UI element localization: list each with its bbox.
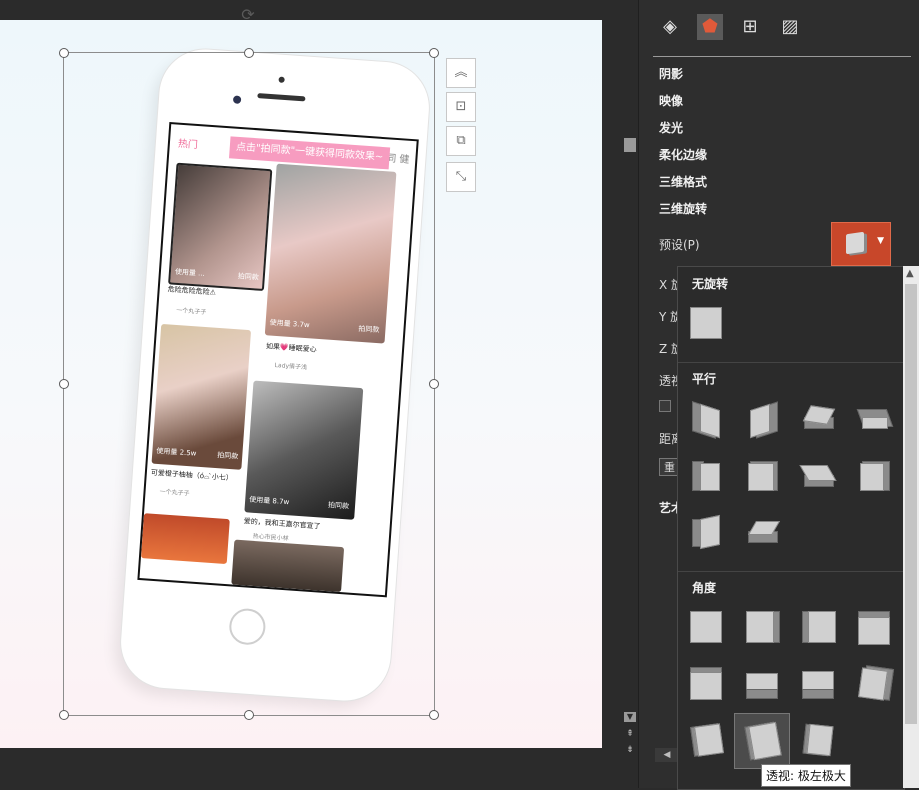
preset-shape-icon (744, 721, 782, 761)
preset-parallel-1[interactable] (686, 399, 726, 439)
group-perspective: 角度 (692, 581, 717, 595)
preset-parallel-4[interactable] (854, 399, 894, 439)
preset-angle-2[interactable] (742, 607, 782, 647)
preset-shape-icon (746, 667, 778, 699)
resize-handle-top-left[interactable] (59, 48, 69, 58)
size-properties-tab-icon[interactable]: ⊞ (737, 14, 763, 40)
next-slide-icon[interactable]: ⇟ (624, 744, 636, 756)
group-divider (678, 571, 904, 572)
preset-shape-icon (802, 723, 834, 757)
group-parallel: 平行 (692, 372, 717, 386)
resize-handle-bottom[interactable] (244, 710, 254, 720)
section-soft-edges[interactable]: 柔化边缘 (659, 146, 707, 163)
preset-parallel-2[interactable] (742, 399, 782, 439)
preset-parallel-10[interactable] (742, 511, 782, 551)
tab-underline (653, 56, 911, 57)
section-3d-format[interactable]: 三维格式 (659, 173, 707, 190)
preset-shape-icon (690, 723, 724, 757)
section-3d-rotation[interactable]: 三维旋转 (659, 200, 707, 217)
keep-text-flat-checkbox[interactable] (659, 400, 671, 412)
layout-options-icon[interactable]: ︽ (446, 58, 476, 88)
cube-preset-icon (846, 231, 864, 255)
slide-canvas: 热门 同 健 点击"拍同款"一键获得同款效果~ 使用量 ... 拍同款 危险危险… (0, 0, 638, 788)
preset-shape-icon (690, 459, 722, 491)
preset-angle-1[interactable] (686, 607, 726, 647)
picture-tab-icon[interactable]: ▨ (777, 14, 803, 40)
preset-shape-icon (746, 515, 781, 547)
arrange-icon[interactable]: ⧉ (446, 126, 476, 156)
preset-parallel-6[interactable] (742, 455, 782, 495)
preset-angle-8[interactable] (854, 663, 895, 703)
preset-shape-icon (690, 514, 722, 550)
scroll-thumb[interactable] (624, 138, 636, 152)
section-reflection[interactable]: 映像 (659, 92, 683, 109)
resize-handle-left[interactable] (59, 379, 69, 389)
preset-shape-icon (802, 667, 834, 699)
resize-handle-top[interactable] (244, 48, 254, 58)
fill-line-tab-icon[interactable]: ◈ (657, 14, 683, 40)
preset-shape-icon (858, 459, 890, 491)
preset-shape-icon (802, 403, 836, 435)
preset-label: 预设(P) (659, 238, 700, 252)
preset-shape-icon (802, 611, 836, 643)
preset-angle-6[interactable] (742, 663, 782, 703)
preset-shape-icon (690, 401, 722, 439)
preset-shape-icon (690, 307, 722, 339)
crop-center-icon[interactable]: ⊡ (446, 92, 476, 122)
preset-shape-icon (746, 459, 778, 491)
resize-handle-bottom-right[interactable] (429, 710, 439, 720)
preset-angle-4[interactable] (854, 607, 894, 647)
preset-shape-icon (746, 401, 778, 439)
preset-shape-icon (856, 403, 894, 435)
preset-angle-11[interactable] (798, 719, 838, 759)
canvas-vertical-scrollbar[interactable]: ▼ ⇞ ⇟ (622, 0, 638, 765)
resize-handle-right[interactable] (429, 379, 439, 389)
preset-parallel-8[interactable] (854, 455, 894, 495)
rotate-handle-icon[interactable]: ⟳ (239, 6, 257, 24)
preset-shape-icon (746, 611, 780, 643)
gallery-scrollbar[interactable]: ▲ (903, 266, 919, 788)
scroll-up-arrow-icon[interactable]: ▲ (906, 268, 914, 279)
preset-shape-icon (858, 665, 895, 701)
chevron-down-icon: ▼ (877, 236, 884, 246)
preset-parallel-7[interactable] (798, 455, 838, 495)
preset-angle-5[interactable] (686, 663, 726, 703)
effects-tab-icon[interactable]: ⬟ (697, 14, 723, 40)
preset-parallel-9[interactable] (686, 511, 726, 551)
previous-slide-icon[interactable]: ⇞ (624, 728, 636, 740)
preset-shape-icon (690, 667, 722, 700)
preset-parallel-3[interactable] (798, 399, 838, 439)
gallery-scroll-thumb[interactable] (905, 284, 917, 724)
rotation-preset-gallery: 无旋转 平行 角度 (677, 266, 905, 790)
preset-shape-icon (690, 611, 722, 643)
resize-handle-top-right[interactable] (429, 48, 439, 58)
preset-shape-icon (858, 611, 890, 645)
preset-angle-3[interactable] (798, 607, 838, 647)
preset-angle-10[interactable] (734, 713, 790, 769)
preset-shape-icon (799, 459, 837, 491)
group-divider (678, 362, 904, 363)
group-no-rotation: 无旋转 (692, 277, 729, 291)
preset-parallel-5[interactable] (686, 455, 726, 495)
reset-button-label: 重 (664, 461, 675, 474)
resize-icon[interactable]: ⤡ (446, 162, 476, 192)
resize-handle-bottom-left[interactable] (59, 710, 69, 720)
preset-no-rotation[interactable] (686, 303, 726, 343)
scroll-left-arrow-icon[interactable]: ◀ (655, 748, 679, 762)
preset-tooltip: 透视: 极左极大 (761, 764, 851, 787)
preset-dropdown-button[interactable]: ▼ (831, 222, 891, 266)
preset-angle-7[interactable] (798, 663, 838, 703)
scroll-down-arrow-icon[interactable]: ▼ (624, 712, 636, 722)
selection-frame (63, 52, 435, 716)
section-shadow[interactable]: 阴影 (659, 65, 683, 82)
preset-angle-9[interactable] (686, 719, 726, 759)
section-glow[interactable]: 发光 (659, 119, 683, 136)
